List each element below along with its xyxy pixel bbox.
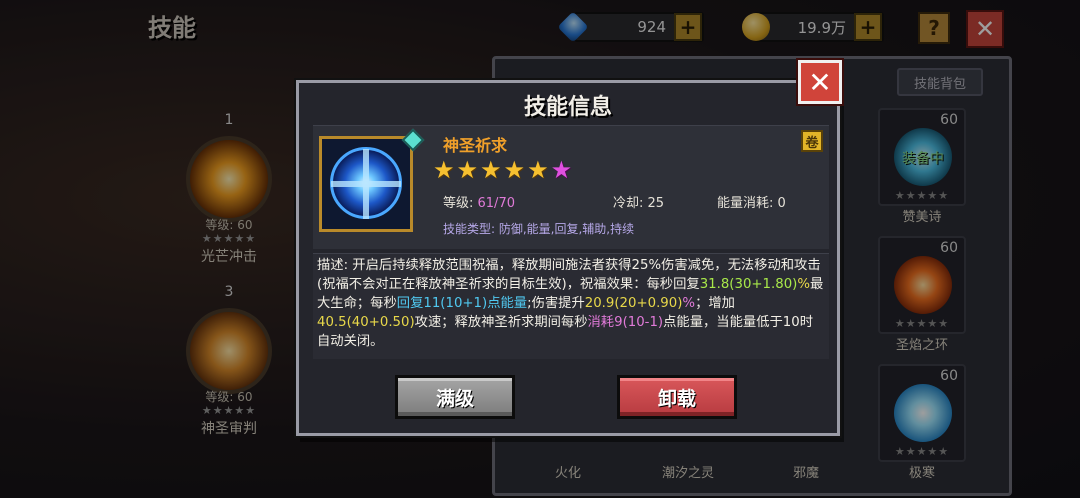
desc-value: 20.9(20+0.90) [584, 296, 683, 311]
description-box: 描述: 开启后持续释放范围祝福，释放期间施法者获得25%伤害减免，无法移动和攻击… [313, 253, 829, 359]
skill-summary: 神圣祈求 卷 ★ ★ ★ ★ ★ ★ 等级: 61/70 冷却: 25 能量消耗… [313, 125, 829, 249]
skill-info-dialog: 技能信息 神圣祈求 卷 ★ ★ ★ ★ ★ ★ 等级: 61/70 冷却: 25… [296, 80, 840, 436]
close-dialog-button[interactable]: ✕ [798, 60, 842, 104]
unequip-button[interactable]: 卸载 [617, 375, 737, 419]
star-icon: ★ [480, 156, 502, 184]
skill-stars: ★ ★ ★ ★ ★ ★ [433, 158, 572, 182]
desc-value: 消耗9(10-1) [587, 315, 664, 330]
skill-level: 等级: 61/70 [443, 192, 515, 211]
desc-unit: % [682, 296, 696, 311]
star-icon: ★ [550, 156, 573, 184]
desc-unit: % [797, 277, 810, 292]
desc-value: 回复11(10+1)点能量 [396, 296, 528, 311]
star-icon: ★ [433, 156, 455, 184]
dialog-title: 技能信息 [523, 95, 612, 120]
skill-book-icon[interactable]: 卷 [801, 130, 823, 152]
cross-glyph [331, 181, 401, 187]
desc-text: ;伤害提升 [527, 296, 585, 311]
star-icon: ★ [527, 156, 549, 184]
desc-text: 攻速；释放神圣祈求期间每秒 [414, 315, 588, 330]
star-icon: ★ [503, 156, 526, 184]
star-icon: ★ [456, 156, 479, 184]
desc-value: 31.8(30+1.80) [699, 277, 798, 292]
level-value: 61/70 [477, 196, 515, 211]
skill-icon [319, 136, 413, 232]
level-label: 等级: [443, 196, 478, 211]
skill-types: 技能类型: 防御,能量,回复,辅助,持续 [443, 222, 635, 236]
desc-text: ；增加 [695, 296, 735, 311]
cooldown: 冷却: 25 [613, 196, 665, 211]
energy-cost: 能量消耗: 0 [717, 196, 786, 211]
max-level-button[interactable]: 满级 [395, 375, 515, 419]
desc-value: 40.5(40+0.50) [317, 315, 415, 330]
skill-name: 神圣祈求 [443, 136, 508, 155]
skill-description: 描述: 开启后持续释放范围祝福，释放期间施法者获得25%伤害减免，无法移动和攻击… [317, 256, 825, 351]
